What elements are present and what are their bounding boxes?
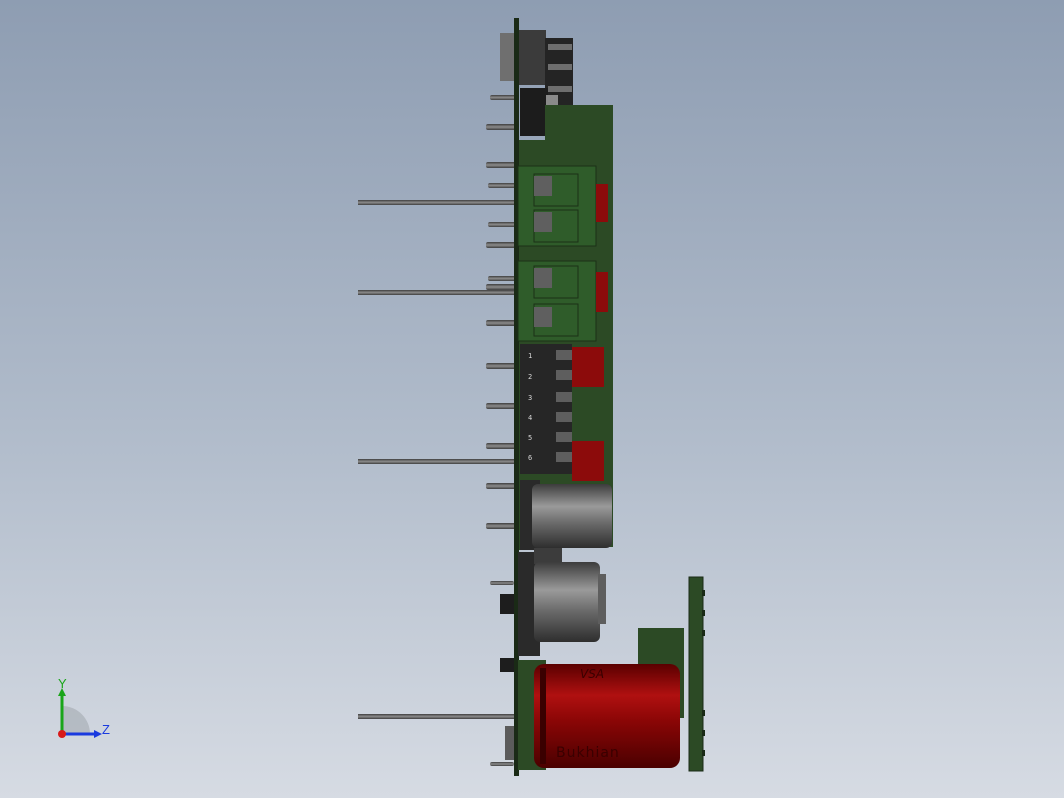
pin-number: 5 bbox=[528, 434, 533, 442]
pin-number: 2 bbox=[528, 373, 533, 381]
lead-rod bbox=[358, 290, 518, 295]
lead-rod bbox=[358, 200, 518, 205]
lead-rod bbox=[358, 459, 518, 464]
pin-number: 4 bbox=[528, 414, 533, 422]
axis-z-label: Z bbox=[102, 722, 110, 737]
pin-number: 6 bbox=[528, 454, 533, 462]
lead-rod bbox=[358, 714, 518, 719]
capacitor-top-text: VSA bbox=[580, 667, 605, 681]
small-component bbox=[500, 658, 514, 672]
pin-number: 3 bbox=[528, 394, 533, 402]
pin-number: 1 bbox=[528, 352, 533, 360]
axis-triad: Y Z bbox=[52, 676, 122, 746]
cad-3d-viewport[interactable]: VSA Bukhian 1 2 3 4 5 6 Y Z bbox=[0, 0, 1064, 798]
capacitor-side-text: Bukhian bbox=[556, 745, 620, 761]
terminal-block-2 bbox=[517, 260, 608, 342]
axis-y-label: Y bbox=[58, 676, 67, 691]
terminal-block-1 bbox=[517, 165, 608, 247]
capacitor-grey-1 bbox=[520, 480, 612, 550]
top-connector-body bbox=[516, 30, 546, 85]
capacitor-grey-2 bbox=[518, 548, 606, 656]
regulator bbox=[520, 88, 548, 136]
small-component bbox=[500, 594, 514, 614]
